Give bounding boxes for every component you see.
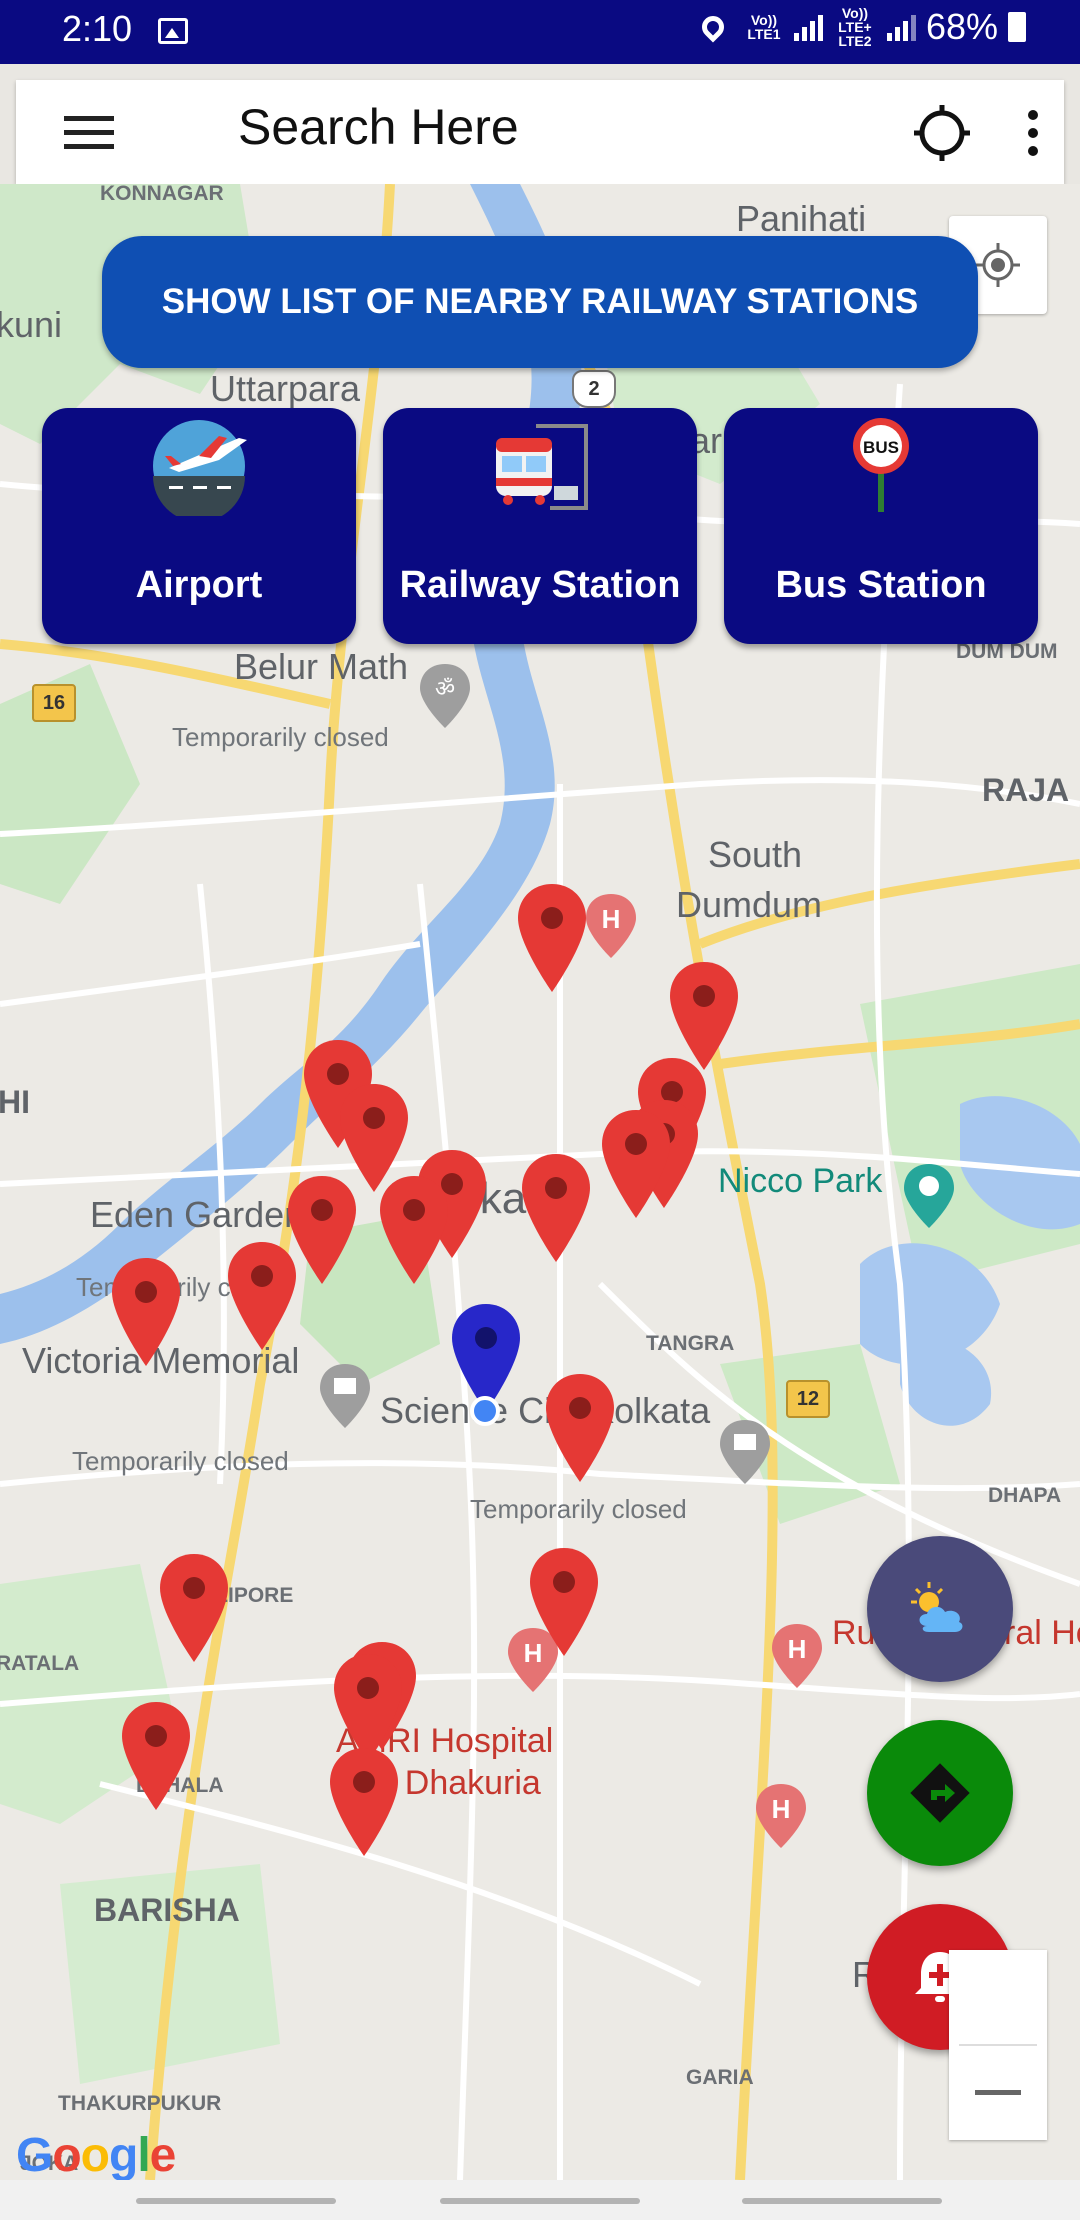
battery-percent: 68% — [925, 6, 998, 47]
map-label-konnagar: KONNAGAR — [100, 184, 224, 205]
station-marker[interactable] — [670, 962, 738, 1070]
railway-station-card[interactable]: Railway Station — [383, 408, 697, 644]
station-marker[interactable] — [288, 1176, 356, 1284]
hospital-pin-icon-4[interactable]: H — [756, 1784, 806, 1848]
svg-text:H: H — [772, 1794, 791, 1824]
map-label-garia: GARIA — [686, 2066, 754, 2089]
nav-back[interactable] — [742, 2198, 942, 2204]
hospital-pin-icon-3[interactable]: H — [772, 1624, 822, 1688]
station-marker[interactable] — [546, 1374, 614, 1482]
my-location-dot — [470, 1396, 500, 1426]
map-label-raja: RAJA — [982, 772, 1070, 808]
network-1-label: Vo)) LTE1 — [747, 12, 781, 42]
station-marker[interactable] — [112, 1258, 180, 1366]
highway-shield-16: 16 — [32, 684, 76, 722]
station-marker[interactable] — [518, 884, 586, 992]
airport-label: Airport — [135, 564, 263, 606]
station-marker[interactable] — [522, 1154, 590, 1262]
signal-2-icon — [886, 13, 916, 41]
train-icon — [496, 424, 588, 510]
museum-pin-icon[interactable] — [320, 1364, 370, 1428]
menu-icon[interactable] — [64, 116, 114, 150]
station-marker[interactable] — [160, 1554, 228, 1662]
station-marker[interactable] — [380, 1176, 448, 1284]
system-nav-bar — [0, 2180, 1080, 2220]
map-label-hi: HI — [0, 1084, 30, 1120]
search-input[interactable]: Search Here — [238, 98, 519, 156]
map-label-temp-closed-4: Temporarily closed — [470, 1494, 687, 1524]
map-label-barisha: BARISHA — [94, 1892, 240, 1928]
railway-station-label: Railway Station — [399, 564, 681, 606]
weather-button[interactable] — [867, 1536, 1013, 1682]
search-bar[interactable]: Search Here — [16, 80, 1064, 184]
zoom-in-button[interactable] — [949, 1950, 1047, 2044]
station-marker[interactable] — [602, 1110, 670, 1218]
crosshair-icon[interactable] — [914, 105, 970, 161]
station-marker[interactable] — [334, 1654, 402, 1762]
map-label-tangra: TANGRA — [646, 1332, 735, 1355]
status-indicators: Vo)) LTE1 Vo)) LTE+ LTE2 68% — [697, 5, 1026, 49]
map-label-uttarpara: Uttarpara — [210, 368, 361, 409]
battery-icon — [1008, 12, 1026, 42]
temple-icon[interactable]: ॐ — [420, 664, 470, 728]
nav-recents[interactable] — [136, 2198, 336, 2204]
map-label-south: South — [708, 834, 803, 875]
map-label-temp-closed-1: Temporarily closed — [172, 722, 389, 752]
directions-icon — [910, 1763, 970, 1823]
map-label-dhapa: DHAPA — [988, 1484, 1062, 1507]
map-label-dumdum: Dumdum — [676, 884, 823, 925]
map-label-belur-math: Belur Math — [234, 646, 409, 687]
svg-text:ॐ: ॐ — [435, 677, 455, 702]
minus-icon — [975, 2090, 1021, 2095]
bus-station-label: Bus Station — [775, 564, 987, 606]
airport-card[interactable]: Airport — [42, 408, 356, 644]
show-nearby-stations-button[interactable]: SHOW LIST OF NEARBY RAILWAY STATIONS — [102, 236, 978, 368]
map-label-temp-closed-3: Temporarily closed — [72, 1446, 289, 1476]
svg-text:BUS: BUS — [863, 438, 899, 457]
bus-stop-icon: BUS — [853, 418, 909, 512]
signal-1-icon — [793, 13, 823, 41]
station-marker[interactable] — [530, 1548, 598, 1656]
weather-icon — [911, 1582, 963, 1632]
station-marker[interactable] — [330, 1748, 398, 1856]
svg-text:H: H — [602, 904, 621, 934]
map-label-thakurpukur: THAKURPUKUR — [58, 2092, 222, 2115]
highway-shield-12: 12 — [786, 1380, 830, 1418]
map-label-kuni: kuni — [0, 304, 63, 345]
zoom-out-button[interactable] — [949, 2046, 1047, 2140]
station-marker[interactable] — [228, 1242, 296, 1350]
gallery-icon — [158, 18, 188, 44]
map-label-panihati: Panihati — [736, 198, 867, 239]
location-icon — [697, 11, 729, 43]
museum-pin-icon-2[interactable] — [720, 1420, 770, 1484]
status-time: 2:10 — [62, 8, 133, 49]
network-2-label: Vo)) LTE+ LTE2 — [838, 5, 872, 49]
highway-shield-2: 2 — [572, 370, 616, 408]
svg-text:H: H — [788, 1634, 807, 1664]
directions-button[interactable] — [867, 1720, 1013, 1866]
map-label-nicco-park: Nicco Park — [718, 1162, 883, 1200]
map-label-ratala: RATALA — [0, 1652, 80, 1675]
map-view[interactable]: KONNAGAR Panihati kuni Uttarpara ar Belu… — [0, 184, 1080, 2180]
google-logo: Google — [16, 2129, 176, 2180]
more-options-icon[interactable] — [1026, 110, 1038, 156]
bus-station-card[interactable]: BUS Bus Station — [724, 408, 1038, 644]
airplane-icon — [153, 420, 247, 516]
park-pin-icon[interactable] — [904, 1164, 954, 1228]
station-marker[interactable] — [122, 1702, 190, 1810]
zoom-controls — [949, 1950, 1047, 2140]
status-bar: 2:10 Vo)) LTE1 Vo)) LTE+ LTE2 68% — [0, 0, 1080, 64]
map-label-eden-gardens: Eden Garden — [90, 1194, 305, 1235]
map-label-dhakuria: - Dhakuria — [384, 1764, 541, 1802]
nav-home[interactable] — [440, 2198, 640, 2204]
hospital-pin-icon[interactable]: H — [586, 894, 636, 958]
gps-icon — [976, 243, 1020, 287]
